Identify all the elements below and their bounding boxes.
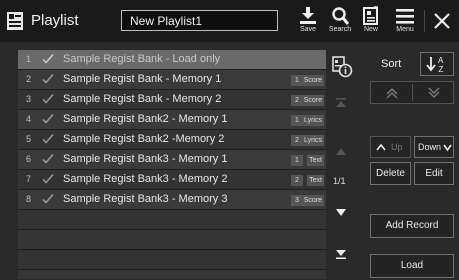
new-label: New [363, 26, 378, 33]
move-bottom-icon[interactable] [428, 87, 440, 99]
list-item[interactable]: 7 Sample Regist Bank3 - Memory 2 2 Text [18, 170, 326, 190]
playlist-name-field[interactable]: New Playlist1 [121, 10, 278, 31]
record-list[interactable]: 1 Sample Regist Bank - Load only 2 Sampl… [18, 50, 326, 279]
sort-az-button[interactable]: A Z [420, 52, 454, 76]
record-number: 8 [26, 194, 32, 204]
seg-divider [412, 84, 413, 101]
sort-label: Sort [381, 58, 402, 70]
link-type-badge: Score [301, 195, 324, 206]
list-item[interactable]: 1 Sample Regist Bank - Load only [18, 50, 326, 70]
header-divider [424, 10, 425, 32]
header-bar: Playlist New Playlist1 Save Search New M… [0, 0, 459, 42]
record-name: Sample Regist Bank3 - Memory 3 [63, 193, 228, 205]
page-first-icon[interactable] [336, 98, 346, 108]
empty-row [18, 250, 326, 270]
menu-button[interactable]: Menu [390, 4, 420, 40]
list-item[interactable]: 3 Sample Regist Bank - Memory 2 2 Score [18, 90, 326, 110]
save-button[interactable]: Save [293, 4, 323, 40]
record-info-icon[interactable] [331, 56, 353, 78]
down-label: Down [418, 142, 442, 152]
check-icon[interactable] [42, 193, 54, 205]
check-icon[interactable] [42, 173, 54, 185]
record-name: Sample Regist Bank - Load only [63, 53, 221, 65]
record-name: Sample Regist Bank3 - Memory 1 [63, 153, 228, 165]
check-icon[interactable] [42, 133, 54, 145]
sort-az-icon: A Z [426, 56, 444, 74]
up-label: Up [391, 142, 403, 152]
check-icon[interactable] [42, 93, 54, 105]
record-name: Sample Regist Bank3 - Memory 2 [63, 173, 228, 185]
page-last-icon[interactable] [336, 249, 346, 259]
record-name: Sample Regist Bank2 -Memory 2 [63, 133, 225, 145]
menu-icon [396, 9, 414, 24]
search-icon [332, 7, 349, 25]
close-icon[interactable] [431, 10, 453, 32]
record-number: 6 [26, 154, 32, 164]
move-top-icon[interactable] [386, 87, 398, 99]
page-indicator: 1/1 [333, 176, 346, 186]
down-arrow-icon [443, 144, 452, 152]
list-item[interactable]: 8 Sample Regist Bank3 - Memory 3 3 Score [18, 190, 326, 210]
record-name: Sample Regist Bank - Memory 2 [63, 93, 222, 105]
delete-button[interactable]: Delete [370, 162, 411, 185]
move-button-group [370, 81, 454, 104]
playlist-icon [7, 12, 23, 30]
save-label: Save [300, 26, 316, 33]
empty-row [18, 230, 326, 250]
add-record-button[interactable]: Add Record [370, 214, 454, 238]
edit-button[interactable]: Edit [414, 162, 454, 185]
link-type-badge: Lyrics [301, 115, 324, 126]
save-icon [300, 7, 316, 24]
up-button[interactable]: Up [370, 136, 411, 158]
page-up-icon[interactable] [336, 147, 346, 155]
record-number: 1 [26, 54, 32, 64]
up-arrow-icon [376, 143, 386, 151]
list-item[interactable]: 5 Sample Regist Bank2 -Memory 2 2 Lyrics [18, 130, 326, 150]
svg-text:A: A [438, 56, 444, 65]
link-type-badge: Score [301, 95, 324, 106]
new-icon [363, 6, 378, 25]
menu-label: Menu [396, 26, 414, 33]
record-number: 5 [26, 134, 32, 144]
record-name: Sample Regist Bank2 - Memory 1 [63, 113, 228, 125]
svg-text:Z: Z [439, 65, 444, 74]
check-icon[interactable] [42, 153, 54, 165]
record-number: 3 [26, 94, 32, 104]
check-icon[interactable] [42, 73, 54, 85]
link-type-badge: Score [301, 75, 324, 86]
check-icon[interactable] [42, 53, 54, 65]
link-count-badge: 1 [291, 155, 303, 166]
load-button[interactable]: Load [370, 254, 454, 278]
record-number: 2 [26, 74, 32, 84]
record-number: 7 [26, 174, 32, 184]
empty-row [18, 210, 326, 230]
record-number: 4 [26, 114, 32, 124]
search-button[interactable]: Search [325, 4, 355, 40]
record-name: Sample Regist Bank - Memory 1 [63, 73, 222, 85]
new-button[interactable]: New [356, 4, 386, 40]
list-item[interactable]: 2 Sample Regist Bank - Memory 1 1 Score [18, 70, 326, 90]
search-label: Search [328, 26, 352, 33]
list-item[interactable]: 4 Sample Regist Bank2 - Memory 1 1 Lyric… [18, 110, 326, 130]
page-title: Playlist [31, 12, 79, 29]
list-item[interactable]: 6 Sample Regist Bank3 - Memory 1 1 Text [18, 150, 326, 170]
page-down-icon[interactable] [336, 209, 346, 217]
link-count-badge: 2 [291, 175, 303, 186]
check-icon[interactable] [42, 113, 54, 125]
link-type-badge: Text [307, 155, 324, 166]
link-type-badge: Text [307, 175, 324, 186]
down-button[interactable]: Down [414, 136, 454, 158]
link-type-badge: Lyrics [301, 135, 324, 146]
